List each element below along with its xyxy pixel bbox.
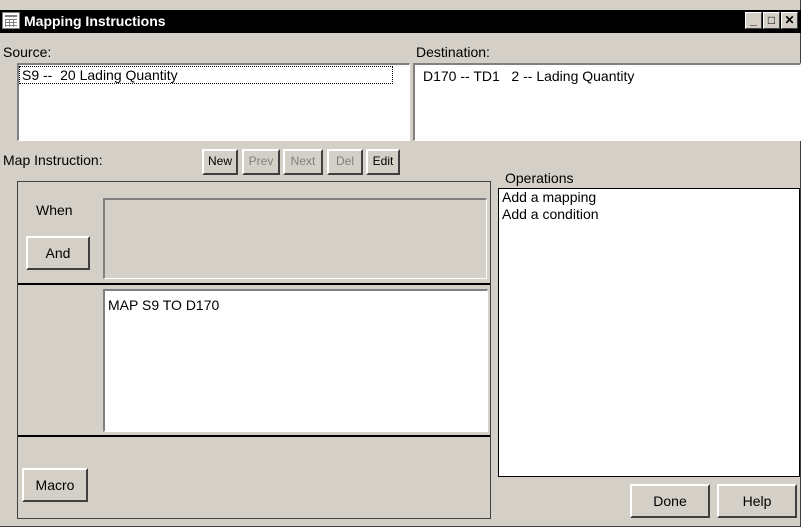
title-bar[interactable]: Mapping Instructions _ □ ✕	[0, 10, 801, 33]
map-instruction-label: Map Instruction:	[3, 152, 103, 168]
app-icon	[2, 12, 20, 29]
section-divider-bottom	[18, 435, 490, 437]
operation-add-condition[interactable]: Add a condition	[499, 206, 799, 223]
condition-field[interactable]	[103, 198, 487, 279]
new-button[interactable]: New	[202, 149, 238, 175]
minimize-button[interactable]: _	[745, 12, 762, 29]
source-field[interactable]: S9 -- 20 Lading Quantity	[17, 63, 410, 141]
next-button[interactable]: Next	[283, 149, 323, 175]
instruction-text-area[interactable]: MAP S9 TO D170	[103, 289, 488, 432]
destination-label: Destination:	[416, 44, 490, 60]
when-label: When	[36, 202, 73, 218]
destination-item[interactable]: D170 -- TD1 2 -- Lading Quantity	[423, 68, 634, 84]
maximize-button[interactable]: □	[763, 12, 780, 29]
section-divider-top	[18, 283, 490, 285]
source-item[interactable]: S9 -- 20 Lading Quantity	[19, 66, 393, 84]
done-button[interactable]: Done	[630, 484, 710, 518]
destination-field[interactable]: D170 -- TD1 2 -- Lading Quantity	[413, 63, 801, 141]
operations-list[interactable]: Add a mapping Add a condition	[498, 188, 800, 477]
macro-button[interactable]: Macro	[22, 468, 88, 502]
operations-label: Operations	[505, 170, 574, 186]
instruction-text[interactable]: MAP S9 TO D170	[108, 297, 219, 313]
edit-button[interactable]: Edit	[366, 149, 400, 175]
help-button[interactable]: Help	[717, 484, 797, 518]
and-button[interactable]: And	[26, 236, 90, 270]
window-title: Mapping Instructions	[24, 13, 166, 29]
mapping-instructions-window: Mapping Instructions _ □ ✕ Source: S9 --…	[0, 0, 801, 527]
close-button[interactable]: ✕	[781, 12, 798, 29]
source-label: Source:	[3, 44, 52, 60]
prev-button[interactable]: Prev	[242, 149, 280, 175]
operation-add-mapping[interactable]: Add a mapping	[499, 189, 799, 206]
del-button[interactable]: Del	[327, 149, 363, 175]
